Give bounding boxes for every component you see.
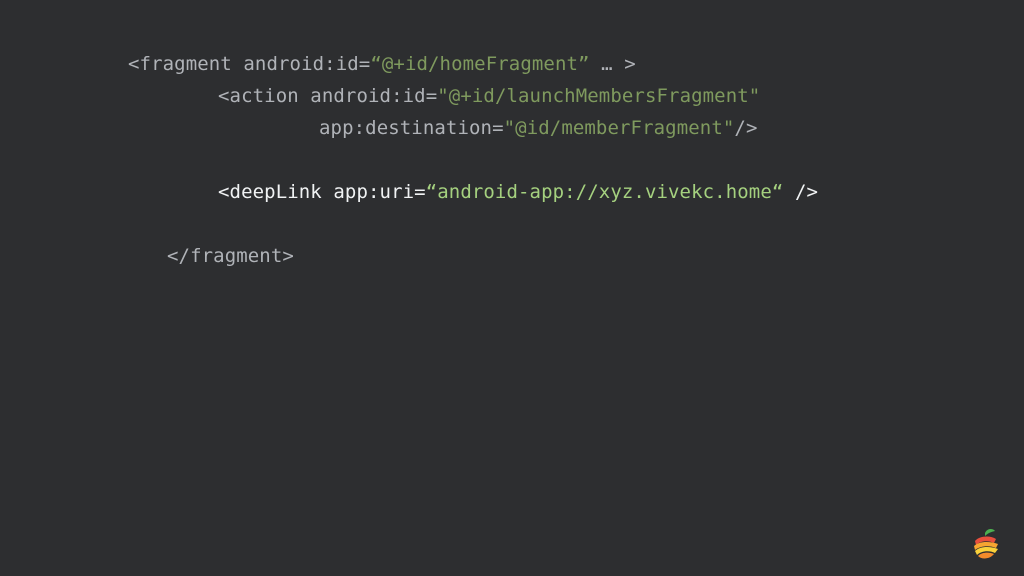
code-tag: <action android:id= — [218, 85, 438, 107]
code-tag: … > — [589, 53, 636, 75]
code-line-destination: app:destination="@id/memberFragment"/> — [319, 116, 757, 140]
code-slide: <fragment android:id=“@+id/homeFragment”… — [0, 0, 1024, 576]
code-tag: </fragment> — [167, 245, 294, 267]
code-line-deeplink: <deepLink app:uri=“android-app://xyz.viv… — [218, 180, 818, 204]
code-string: "@+id/launchMembersFragment" — [437, 85, 761, 107]
code-string: “android-app://xyz.vivekc.home“ — [425, 181, 784, 203]
code-attribute: app:destination= — [319, 117, 504, 139]
code-tag: <fragment android:id= — [128, 53, 371, 75]
code-line-fragment-open: <fragment android:id=“@+id/homeFragment”… — [128, 52, 636, 76]
code-tag: /> — [783, 181, 819, 203]
code-line-fragment-close: </fragment> — [167, 244, 294, 268]
fruit-logo-icon-graphic — [974, 528, 998, 559]
code-string: “@+id/homeFragment” — [370, 53, 590, 75]
code-tag: <deepLink app:uri= — [218, 181, 426, 203]
code-tag: /> — [734, 117, 758, 139]
code-string: "@id/memberFragment" — [503, 117, 735, 139]
fruit-logo-icon — [968, 527, 1004, 563]
code-line-action: <action android:id="@+id/launchMembersFr… — [218, 84, 760, 108]
